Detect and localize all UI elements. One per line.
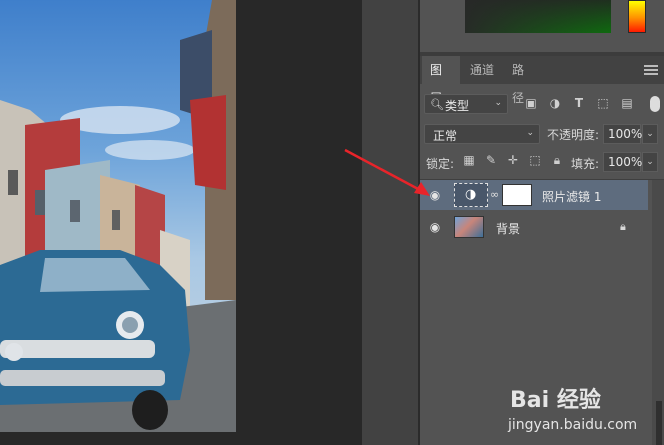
- opacity-input[interactable]: 100%: [603, 124, 642, 144]
- lock-label: 锁定:: [426, 157, 455, 171]
- canvas-pasteboard: [362, 0, 418, 445]
- lock-transparent-icon[interactable]: ▦: [462, 153, 476, 167]
- chevron-down-icon: ⌄: [494, 98, 502, 108]
- opacity-dropdown-button[interactable]: ⌄: [642, 124, 658, 144]
- blend-mode-select[interactable]: 正常 ⌄: [424, 124, 540, 144]
- lock-artboard-icon[interactable]: ⬚: [528, 153, 542, 167]
- panel-menu-icon[interactable]: [644, 65, 658, 75]
- layer-mask-thumbnail[interactable]: [502, 184, 532, 206]
- color-picker-panel: [420, 0, 664, 52]
- chevron-down-icon: ⌄: [526, 128, 534, 138]
- color-field[interactable]: [465, 0, 611, 33]
- scrollbar-thumb[interactable]: [656, 401, 662, 445]
- document-canvas[interactable]: [0, 0, 362, 445]
- lock-icon[interactable]: 🔒︎: [620, 220, 626, 234]
- layer-filter-label: 类型: [445, 99, 470, 113]
- layer-row-photo-filter[interactable]: ◉ ◑ ∞ 照片滤镜 1: [420, 180, 648, 210]
- tab-layers[interactable]: 图层: [422, 56, 460, 105]
- eye-icon[interactable]: ◉: [428, 220, 442, 234]
- search-icon: 🔍︎: [430, 98, 444, 111]
- image-filter-icon[interactable]: ▣: [524, 96, 538, 110]
- canvas-photo[interactable]: [0, 0, 236, 432]
- fill-dropdown-button[interactable]: ⌄: [642, 152, 658, 172]
- baidu-watermark: Bai 经验 jingyan.baidu.com: [506, 372, 656, 442]
- layer-row-background[interactable]: ◉ 背景 🔒︎: [420, 212, 648, 242]
- fill-label: 填充:: [571, 157, 600, 171]
- hue-slider[interactable]: [628, 0, 646, 33]
- text-filter-icon[interactable]: T: [572, 96, 586, 110]
- tab-channels[interactable]: 通道: [462, 56, 502, 84]
- layer-filter-select[interactable]: 🔍︎ 类型 ⌄: [424, 94, 508, 114]
- watermark-url: jingyan.baidu.com: [508, 417, 638, 433]
- filter-toggle[interactable]: [650, 96, 660, 112]
- blend-mode-value: 正常: [433, 129, 458, 143]
- lock-all-icon[interactable]: 🔒︎: [550, 153, 564, 167]
- layer-name[interactable]: 照片滤镜 1: [542, 188, 601, 205]
- opacity-label: 不透明度:: [547, 128, 600, 142]
- adjustment-layer-thumbnail[interactable]: ◑: [454, 183, 488, 207]
- layer-name[interactable]: 背景: [496, 220, 520, 237]
- eye-icon[interactable]: ◉: [428, 188, 442, 202]
- adjustment-icon: ◑: [465, 187, 477, 202]
- panel-tabs: 图层 通道 路径: [420, 56, 664, 105]
- tab-paths[interactable]: 路径: [504, 56, 540, 105]
- adjustment-filter-icon[interactable]: ◑: [548, 96, 562, 110]
- shape-filter-icon[interactable]: ⬚: [596, 96, 610, 110]
- smart-object-filter-icon[interactable]: ▤: [620, 96, 634, 110]
- lock-paint-icon[interactable]: ✎: [484, 153, 498, 167]
- havana-street-image: [0, 0, 236, 432]
- link-icon[interactable]: ∞: [490, 188, 499, 201]
- lock-position-icon[interactable]: ✛: [506, 153, 520, 167]
- background-layer-thumbnail[interactable]: [454, 216, 484, 238]
- fill-input[interactable]: 100%: [603, 152, 642, 172]
- watermark-logo: Bai 经验: [510, 388, 601, 413]
